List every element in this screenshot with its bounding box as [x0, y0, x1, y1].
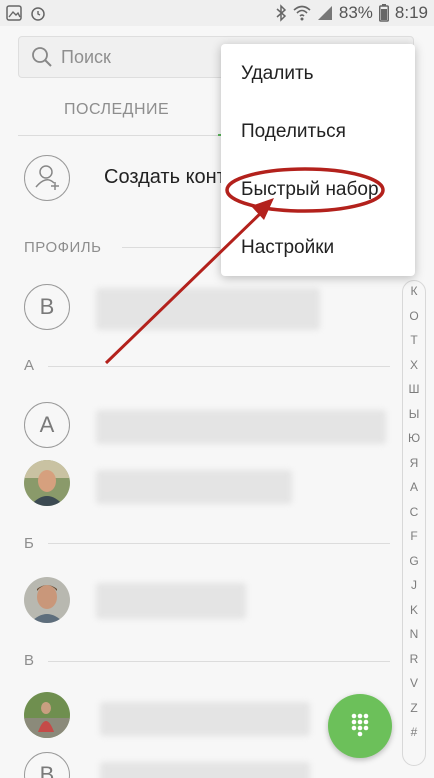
index-letter[interactable]: J — [403, 578, 425, 592]
index-letter[interactable]: # — [403, 725, 425, 739]
status-bar: 83% 8:19 — [0, 0, 434, 26]
list-item[interactable]: В — [0, 282, 400, 336]
section-divider — [48, 366, 390, 367]
index-letter[interactable]: N — [403, 627, 425, 641]
signal-icon — [317, 6, 332, 20]
avatar-photo — [24, 577, 70, 623]
image-notification-icon — [6, 5, 22, 21]
add-contact-icon — [24, 155, 70, 201]
list-item[interactable] — [0, 575, 400, 629]
search-icon — [32, 47, 52, 67]
index-letter[interactable]: Ы — [403, 407, 425, 421]
index-letter[interactable]: Я — [403, 456, 425, 470]
avatar: В — [24, 284, 70, 330]
blurred-contact-name — [100, 702, 310, 736]
alphabet-index-scrollbar[interactable]: К О Т Х Ш Ы Ю Я A C F G J K N R V Z # — [402, 280, 426, 766]
menu-item-speed-dial[interactable]: Быстрый набор — [241, 179, 379, 201]
section-b: Б — [24, 535, 35, 552]
list-item[interactable]: А — [0, 400, 400, 454]
alarm-clock-icon — [31, 7, 45, 21]
section-divider — [48, 543, 390, 544]
index-letter[interactable]: C — [403, 505, 425, 519]
index-letter[interactable]: R — [403, 652, 425, 666]
blurred-contact-name — [96, 410, 386, 444]
create-contact-label: Создать конт — [104, 166, 226, 188]
search-placeholder: Поиск — [61, 47, 111, 67]
clock-time: 8:19 — [394, 3, 428, 22]
index-letter[interactable]: G — [403, 554, 425, 568]
section-divider — [122, 247, 220, 248]
menu-item-settings[interactable]: Настройки — [241, 237, 334, 259]
dialpad-fab-button[interactable] — [328, 694, 392, 758]
index-letter[interactable]: K — [403, 603, 425, 617]
menu-item-share[interactable]: Поделиться — [241, 121, 346, 143]
blurred-contact-name — [96, 288, 320, 330]
avatar: В — [24, 752, 70, 778]
blurred-contact-name — [96, 583, 246, 619]
index-letter[interactable]: A — [403, 480, 425, 494]
index-letter[interactable]: Z — [403, 701, 425, 715]
index-letter[interactable]: Ш — [403, 382, 425, 396]
bluetooth-icon — [276, 4, 286, 22]
index-letter[interactable]: К — [403, 284, 425, 298]
avatar-photo — [24, 692, 70, 738]
blurred-contact-name — [100, 762, 310, 778]
index-letter[interactable]: О — [403, 309, 425, 323]
list-item[interactable] — [0, 458, 400, 512]
section-v: В — [24, 652, 35, 669]
avatar-photo — [24, 460, 70, 506]
overflow-menu: Удалить Поделиться Быстрый набор Настрой… — [221, 44, 415, 276]
menu-item-delete[interactable]: Удалить — [241, 63, 314, 85]
section-a: А — [24, 357, 35, 374]
index-letter[interactable]: V — [403, 676, 425, 690]
index-letter[interactable]: Ю — [403, 431, 425, 445]
avatar: А — [24, 402, 70, 448]
dialpad-icon — [351, 713, 369, 737]
wifi-icon — [293, 5, 311, 21]
index-letter[interactable]: Т — [403, 333, 425, 347]
tab-recent[interactable]: ПОСЛЕДНИЕ — [64, 101, 169, 119]
index-letter[interactable]: Х — [403, 358, 425, 372]
section-profile: ПРОФИЛЬ — [24, 239, 102, 256]
blurred-contact-name — [96, 470, 292, 504]
index-letter[interactable]: F — [403, 529, 425, 543]
battery-icon — [378, 4, 389, 22]
section-divider — [48, 661, 390, 662]
battery-percent: 83% — [338, 3, 373, 22]
